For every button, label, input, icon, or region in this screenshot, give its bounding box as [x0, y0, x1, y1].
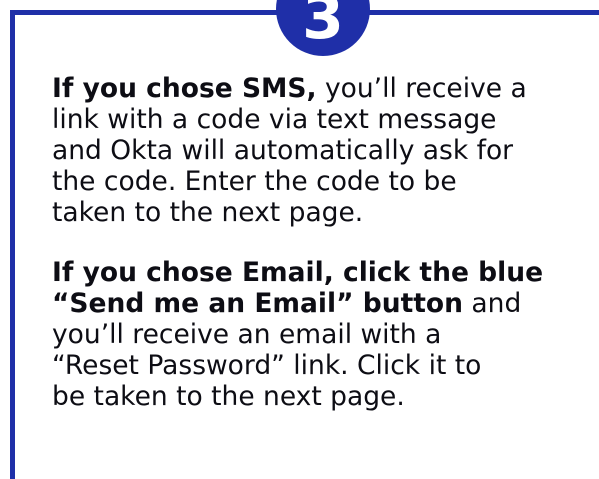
left-border	[10, 10, 15, 479]
sms-lead: If you chose SMS,	[52, 73, 317, 104]
step-number: 3	[302, 0, 344, 53]
instruction-text: If you chose SMS, you’ll receive a link …	[52, 73, 582, 412]
email-instruction: If you chose Email, click the blue “Send…	[52, 257, 582, 412]
instruction-card: 3 If you chose SMS, you’ll receive a lin…	[0, 0, 599, 479]
sms-instruction: If you chose SMS, you’ll receive a link …	[52, 73, 582, 228]
step-badge: 3	[276, 0, 370, 56]
